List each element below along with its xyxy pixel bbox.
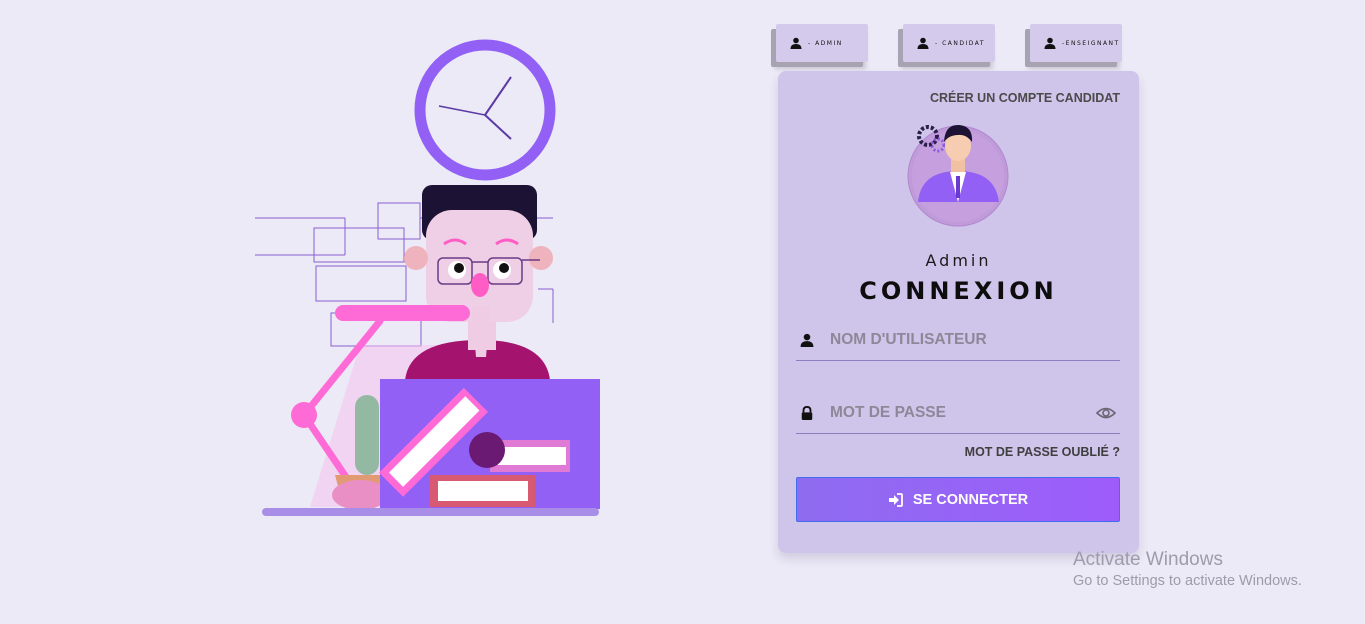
user-icon: [917, 37, 929, 49]
username-field: [796, 320, 1120, 361]
login-button[interactable]: SE CONNECTER: [796, 477, 1120, 522]
page-title: CONNEXION: [859, 277, 1058, 305]
clock-icon: [414, 39, 556, 181]
role-tab-label: - ADMIN: [808, 39, 843, 47]
role-tab-admin[interactable]: - ADMIN: [776, 24, 868, 62]
windows-activation-watermark: Activate Windows Go to Settings to activ…: [1073, 549, 1302, 589]
watermark-subtitle: Go to Settings to activate Windows.: [1073, 573, 1302, 589]
password-field: [796, 393, 1120, 434]
user-icon: [800, 333, 814, 347]
role-title: Admin: [925, 251, 992, 270]
forgot-password-link[interactable]: MOT DE PASSE OUBLIÉ ?: [965, 445, 1120, 459]
lock-icon: [801, 406, 813, 420]
role-tab-enseignant[interactable]: -ENSEIGNANT: [1030, 24, 1122, 62]
eye-icon[interactable]: [1096, 406, 1116, 420]
role-tab-label: -ENSEIGNANT: [1062, 39, 1120, 47]
illustration-svg: [255, 39, 600, 516]
role-tab-candidat[interactable]: - CANDIDAT: [903, 24, 995, 62]
admin-avatar-icon: [907, 124, 1009, 227]
illustration-person-at-desk: [250, 35, 610, 525]
watermark-title: Activate Windows: [1073, 549, 1223, 570]
create-candidate-account-link[interactable]: CRÉER UN COMPTE CANDIDAT: [930, 91, 1120, 105]
login-card: CRÉER UN COMPTE CANDIDAT Admin CONNEXION: [778, 71, 1139, 553]
login-button-label: SE CONNECTER: [912, 491, 1029, 508]
user-icon: [790, 37, 802, 49]
password-input[interactable]: [828, 403, 1096, 423]
user-icon: [1044, 37, 1056, 49]
username-input[interactable]: [828, 330, 1120, 350]
avatar: [903, 116, 1013, 234]
sign-in-icon: [888, 492, 903, 507]
role-tab-label: - CANDIDAT: [935, 39, 986, 47]
